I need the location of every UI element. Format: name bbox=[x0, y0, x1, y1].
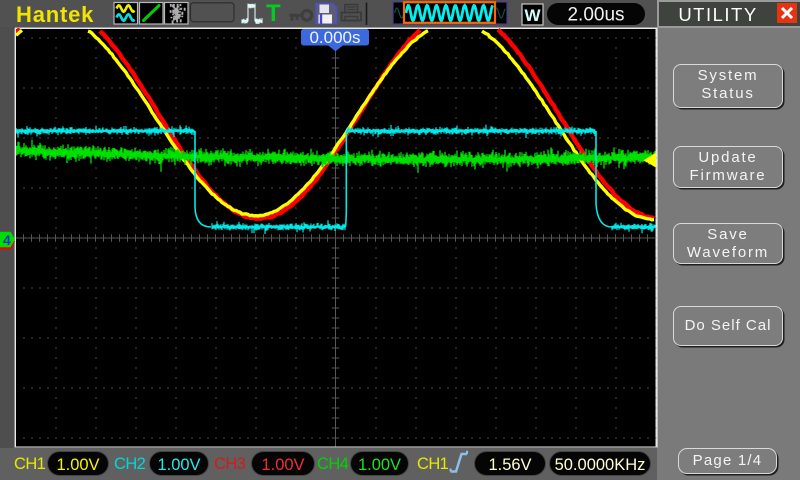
svg-text:4: 4 bbox=[3, 232, 11, 248]
svg-text:0.000s: 0.000s bbox=[309, 28, 360, 47]
svg-text:T: T bbox=[266, 0, 281, 27]
svg-text:W: W bbox=[524, 6, 541, 25]
svg-text:2.00us: 2.00us bbox=[567, 5, 624, 26]
